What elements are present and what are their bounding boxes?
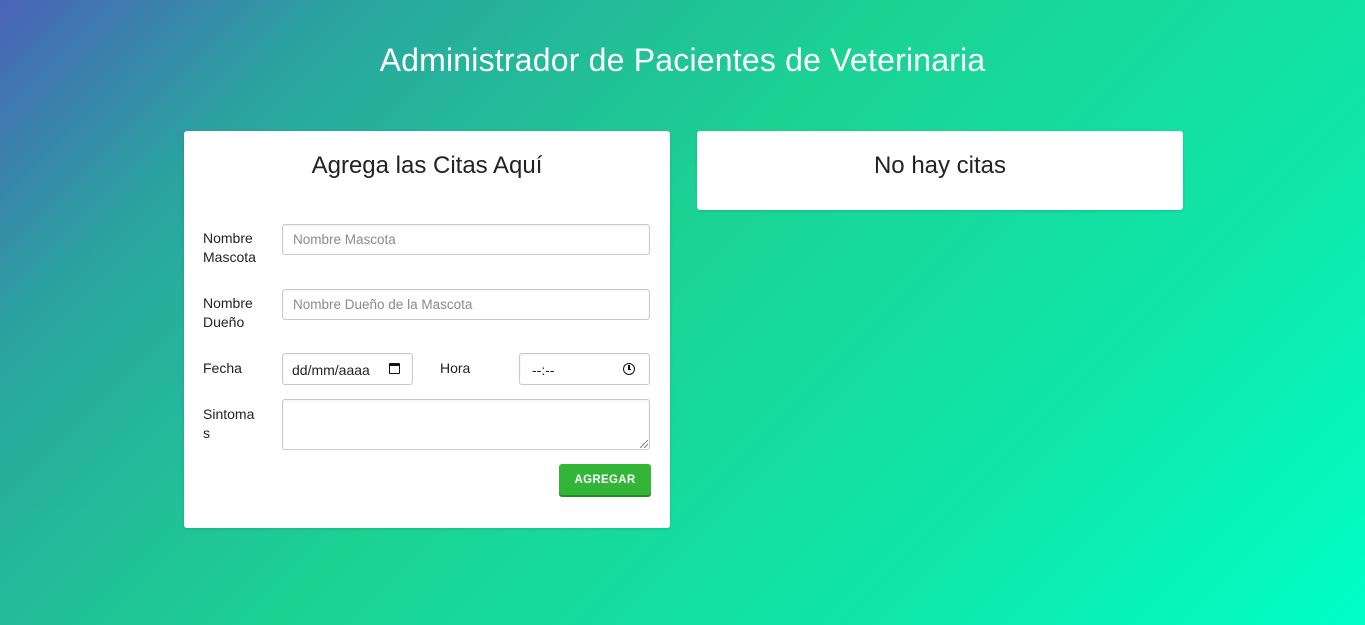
appointments-list-card: No hay citas bbox=[697, 131, 1183, 210]
time-label: Hora bbox=[440, 360, 471, 376]
time-input[interactable]: --:-- bbox=[519, 353, 650, 385]
calendar-icon[interactable] bbox=[389, 363, 400, 374]
empty-appointments-title: No hay citas bbox=[873, 152, 1007, 179]
symptoms-label: Sintoma s bbox=[203, 405, 254, 443]
clock-icon[interactable] bbox=[623, 363, 635, 375]
owner-name-label-line2: Dueño bbox=[203, 314, 245, 330]
owner-name-input[interactable] bbox=[282, 289, 650, 320]
date-label: Fecha bbox=[203, 360, 242, 376]
pet-name-label-line2: Mascota bbox=[203, 249, 256, 265]
owner-name-label: Nombre Dueño bbox=[203, 294, 253, 332]
date-placeholder: dd/mm/aaaa bbox=[292, 362, 370, 378]
date-input[interactable]: dd/mm/aaaa bbox=[282, 353, 413, 385]
add-appointment-button[interactable]: AGREGAR bbox=[559, 464, 651, 495]
page-title: Administrador de Pacientes de Veterinari… bbox=[379, 42, 986, 78]
pet-name-label-line1: Nombre bbox=[203, 230, 253, 246]
form-title: Agrega las Citas Aquí bbox=[311, 152, 543, 179]
pet-name-label: Nombre Mascota bbox=[203, 229, 256, 267]
symptoms-label-line2: s bbox=[203, 425, 210, 441]
resize-grip-icon[interactable] bbox=[640, 440, 648, 448]
symptoms-label-line1: Sintoma bbox=[203, 406, 255, 422]
symptoms-wrapper bbox=[282, 399, 650, 450]
time-placeholder: --:-- bbox=[532, 362, 555, 378]
symptoms-textarea[interactable] bbox=[282, 399, 650, 450]
owner-name-label-line1: Nombre bbox=[203, 295, 253, 311]
pet-name-input[interactable] bbox=[282, 224, 650, 255]
